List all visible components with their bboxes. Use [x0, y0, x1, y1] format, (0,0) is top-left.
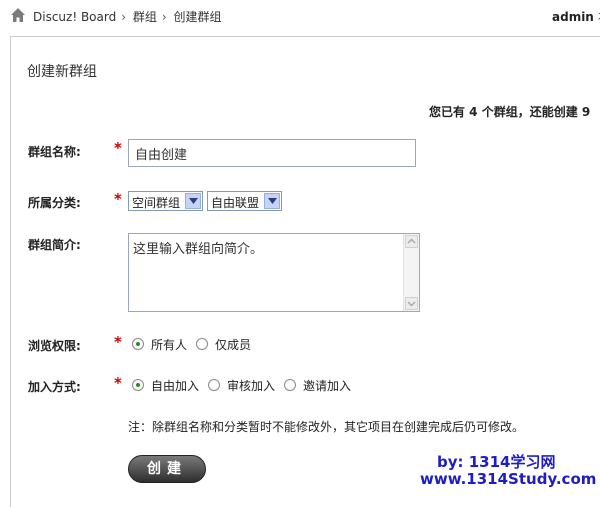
- breadcrumb: Discuz! Board › 群组 › 创建群组: [33, 8, 225, 25]
- required-mark: *: [114, 190, 122, 208]
- scroll-down-button[interactable]: [405, 297, 418, 310]
- category-primary-select[interactable]: 空间群组: [128, 191, 203, 211]
- category-secondary-value: 自由联盟: [211, 196, 260, 210]
- user-menu[interactable]: admin 右: [552, 8, 600, 25]
- top-bar: Discuz! Board › 群组 › 创建群组 admin 右: [0, 0, 600, 30]
- form-note: 注：除群组名称和分类暂时不能修改外，其它项目在创建完成后仍可修改。: [128, 420, 525, 434]
- breadcrumb-groups[interactable]: 群组: [133, 10, 157, 24]
- join-free-radio[interactable]: [132, 379, 144, 391]
- watermark-line1: by: 1314学习网: [437, 453, 556, 471]
- group-quota-text: 您已有 4 个群组，还能创建 9: [429, 105, 591, 119]
- intro-label: 群组简介:: [28, 238, 81, 252]
- chevron-down-icon[interactable]: [185, 193, 201, 209]
- privacy-label: 浏览权限:: [28, 339, 81, 353]
- scroll-up-button[interactable]: [405, 235, 418, 248]
- category-secondary-select[interactable]: 自由联盟: [207, 191, 282, 211]
- join-free-label[interactable]: 自由加入: [151, 377, 199, 394]
- textarea-scrollbar[interactable]: [403, 234, 419, 311]
- breadcrumb-separator: ›: [161, 10, 167, 24]
- join-invite-label[interactable]: 邀请加入: [303, 377, 351, 394]
- privacy-everyone-radio[interactable]: [132, 338, 144, 350]
- join-review-radio[interactable]: [208, 379, 220, 391]
- group-name-label: 群组名称:: [28, 145, 81, 159]
- group-name-input[interactable]: 自由创建: [128, 139, 416, 167]
- watermark-line2: www.1314Study.com: [420, 470, 597, 488]
- username[interactable]: admin: [552, 10, 594, 24]
- breadcrumb-board[interactable]: Discuz! Board: [33, 10, 116, 24]
- breadcrumb-separator: ›: [121, 10, 127, 24]
- group-intro-textarea[interactable]: 这里输入群组向简介。: [128, 233, 420, 312]
- required-mark: *: [114, 139, 122, 157]
- join-review-label[interactable]: 审核加入: [227, 377, 275, 394]
- create-group-panel: 创建新群组 您已有 4 个群组，还能创建 9 群组名称: * 自由创建 所属分类…: [10, 36, 600, 507]
- page-title: 创建新群组: [27, 64, 97, 80]
- category-label: 所属分类:: [28, 196, 81, 210]
- join-label: 加入方式:: [28, 380, 81, 394]
- privacy-members-radio[interactable]: [196, 338, 208, 350]
- intro-text: 这里输入群组向简介。: [133, 242, 264, 257]
- required-mark: *: [114, 374, 122, 392]
- required-mark: *: [114, 333, 122, 351]
- category-primary-value: 空间群组: [132, 196, 181, 210]
- home-icon[interactable]: [10, 7, 26, 23]
- privacy-everyone-label[interactable]: 所有人: [151, 336, 187, 353]
- create-button[interactable]: 创建: [128, 455, 206, 483]
- privacy-members-label[interactable]: 仅成员: [215, 336, 251, 353]
- chevron-down-icon[interactable]: [264, 193, 280, 209]
- breadcrumb-current: 创建群组: [173, 10, 222, 24]
- join-invite-radio[interactable]: [284, 379, 296, 391]
